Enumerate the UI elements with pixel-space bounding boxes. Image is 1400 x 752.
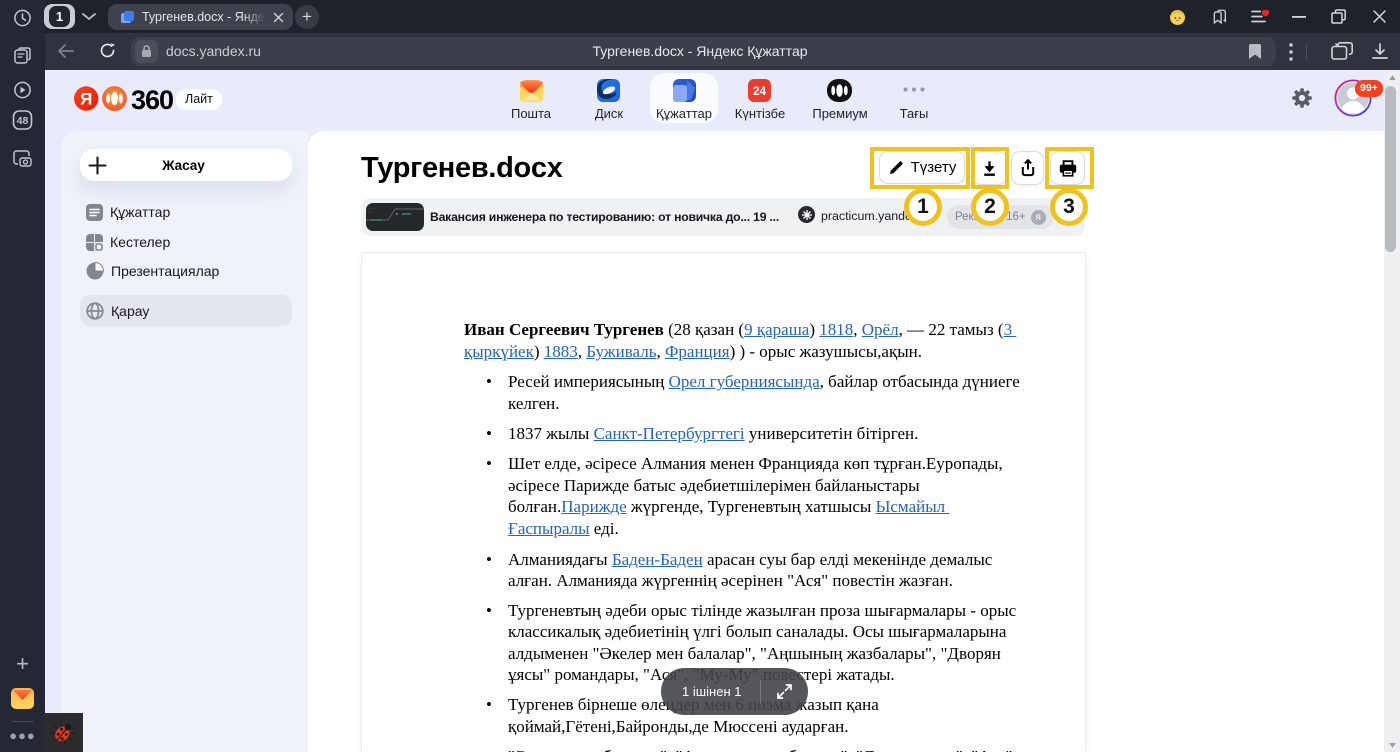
svg-text:24: 24: [753, 84, 767, 98]
svg-text:48: 48: [17, 115, 29, 127]
svg-text:Я: Я: [80, 90, 92, 109]
